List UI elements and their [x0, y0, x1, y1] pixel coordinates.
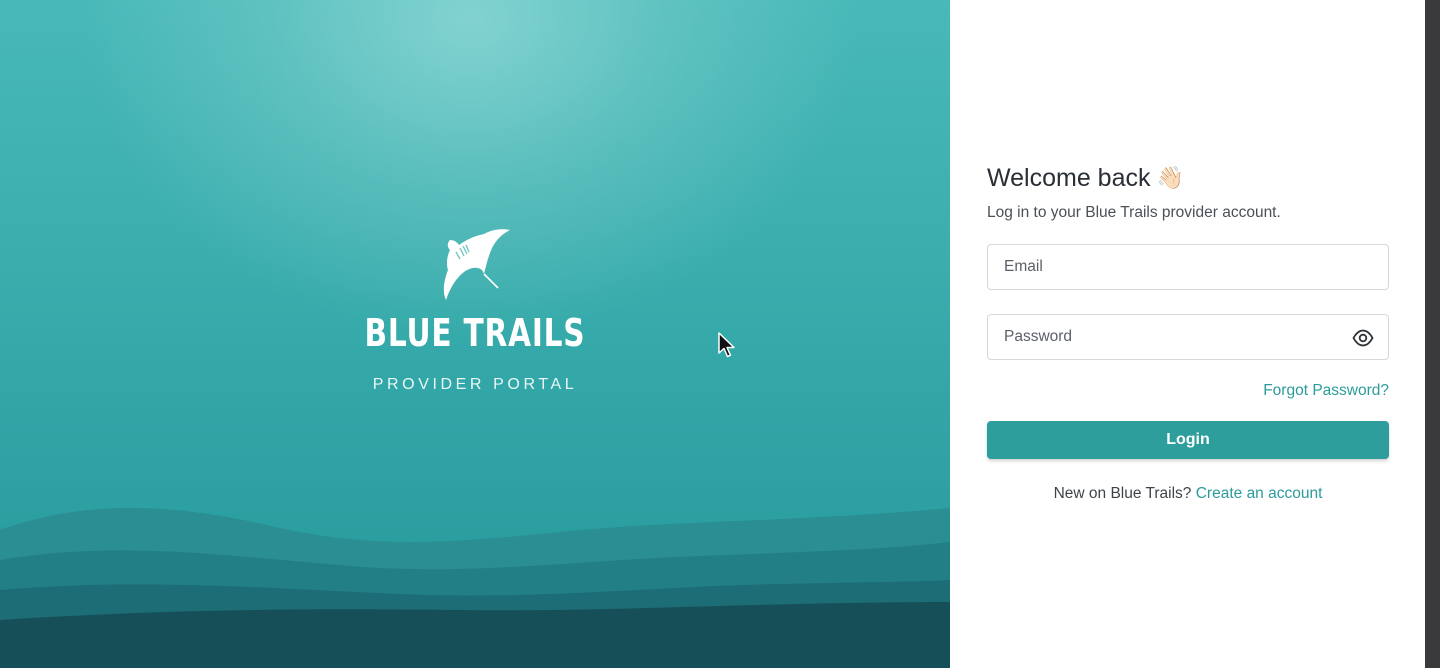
- signup-row: New on Blue Trails? Create an account: [987, 485, 1389, 503]
- forgot-password-link[interactable]: Forgot Password?: [1263, 382, 1389, 399]
- eye-icon[interactable]: [1352, 328, 1374, 348]
- manta-ray-icon: [443, 229, 510, 300]
- create-account-link[interactable]: Create an account: [1196, 485, 1323, 502]
- signup-prompt: New on Blue Trails?: [1053, 485, 1196, 502]
- password-field-wrapper: [987, 314, 1389, 360]
- decorative-waves: [0, 507, 950, 668]
- login-panel: Welcome back 👋🏻 Log in to your Blue Trai…: [950, 0, 1425, 668]
- password-field[interactable]: [988, 315, 1388, 359]
- email-field[interactable]: [988, 245, 1388, 289]
- window-edge: [1425, 0, 1440, 668]
- forgot-password-row: Forgot Password?: [987, 382, 1389, 400]
- login-form: Welcome back 👋🏻 Log in to your Blue Trai…: [987, 160, 1389, 503]
- brand-subtitle: PROVIDER PORTAL: [372, 376, 578, 393]
- mouse-cursor-icon: [718, 332, 735, 358]
- login-button[interactable]: Login: [987, 421, 1389, 459]
- page-title: Welcome back: [987, 163, 1151, 192]
- email-field-wrapper: [987, 244, 1389, 290]
- hero-panel: BLUE TRAILS PROVIDER PORTAL: [0, 0, 950, 668]
- brand-logo: BLUE TRAILS PROVIDER PORTAL: [0, 226, 950, 394]
- waving-hand-icon: 👋🏻: [1156, 165, 1184, 190]
- login-page: BLUE TRAILS PROVIDER PORTAL Welcome back…: [0, 0, 1440, 668]
- page-subtitle: Log in to your Blue Trails provider acco…: [987, 204, 1281, 221]
- title-row: Welcome back 👋🏻: [987, 160, 1389, 196]
